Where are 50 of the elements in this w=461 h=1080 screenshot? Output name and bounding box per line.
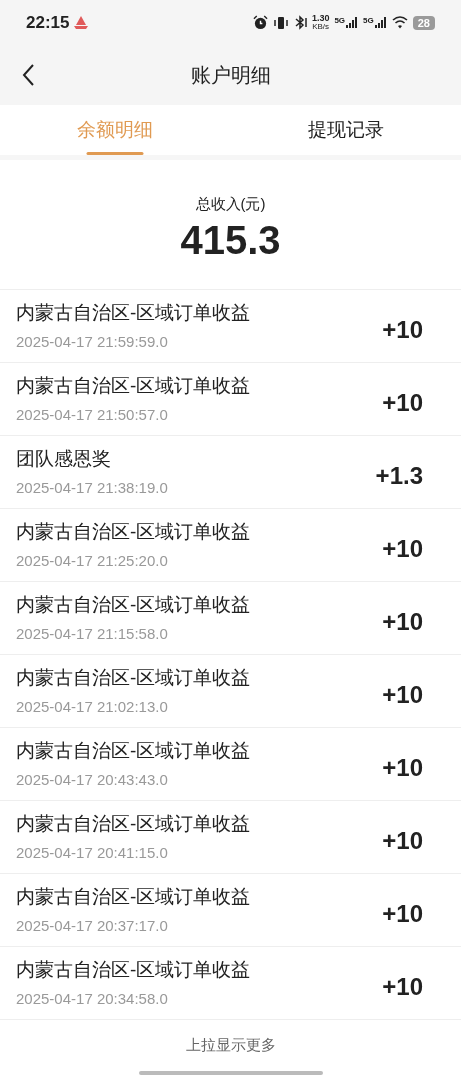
- clock-time: 22:15: [26, 11, 70, 34]
- record-time: 2025-04-17 20:41:15.0: [16, 843, 169, 862]
- signal-icon: [346, 17, 359, 28]
- record-title: 内蒙古自治区-区域订单收益: [16, 885, 251, 908]
- total-income-value: 415.3: [180, 216, 281, 264]
- record-amount: +10: [382, 388, 423, 418]
- record-amount: +10: [382, 899, 423, 929]
- bluetooth-icon: [293, 15, 307, 30]
- record-amount: +10: [382, 534, 423, 564]
- vibrate-icon: [272, 15, 289, 30]
- tab-indicator: [86, 152, 144, 155]
- record-time: 2025-04-17 21:38:19.0: [16, 478, 168, 497]
- record-title: 内蒙古自治区-区域订单收益: [16, 958, 251, 981]
- record-amount: +10: [382, 753, 423, 783]
- wifi-icon: [391, 16, 408, 29]
- boat-icon: [73, 15, 90, 30]
- record-amount: +10: [382, 315, 423, 345]
- record-title: 内蒙古自治区-区域订单收益: [16, 374, 251, 397]
- record-time: 2025-04-17 20:37:17.0: [16, 916, 169, 935]
- record-title: 内蒙古自治区-区域订单收益: [16, 812, 251, 835]
- record-title: 内蒙古自治区-区域订单收益: [16, 520, 251, 543]
- record-title: 内蒙古自治区-区域订单收益: [16, 301, 251, 324]
- record-time: 2025-04-17 21:02:13.0: [16, 697, 169, 716]
- record-time: 2025-04-17 21:15:58.0: [16, 624, 169, 643]
- page-title: 账户明细: [190, 63, 271, 88]
- tab[interactable]: 提现记录: [230, 105, 461, 155]
- record-amount: +10: [382, 680, 423, 710]
- speed-unit: KB/s: [312, 23, 330, 31]
- battery-indicator: 28: [412, 15, 435, 30]
- record-amount: +10: [382, 972, 423, 1002]
- record-amount: +10: [382, 607, 423, 637]
- record-amount: +1.3: [375, 461, 423, 491]
- record-time: 2025-04-17 21:25:20.0: [16, 551, 169, 570]
- record-title: 内蒙古自治区-区域订单收益: [16, 593, 251, 616]
- record-title: 内蒙古自治区-区域订单收益: [16, 739, 251, 762]
- network-label: 5G: [363, 17, 374, 25]
- record-time: 2025-04-17 20:34:58.0: [16, 989, 169, 1008]
- record-amount: +10: [382, 826, 423, 856]
- record-title: 内蒙古自治区-区域订单收益: [16, 666, 251, 689]
- signal-icon: [374, 17, 387, 28]
- network-label: 5G: [334, 17, 346, 25]
- speed-value: 1.30: [311, 14, 330, 23]
- record-time: 2025-04-17 21:59:59.0: [16, 332, 169, 351]
- record-time: 2025-04-17 20:43:43.0: [16, 770, 169, 789]
- record-time: 2025-04-17 21:50:57.0: [16, 405, 169, 424]
- load-more-hint: 上拉显示更多: [185, 1035, 276, 1055]
- alarm-icon: [252, 15, 268, 30]
- back-icon: [21, 63, 35, 87]
- total-income-label: 总收入(元): [195, 194, 266, 215]
- record-title: 团队感恩奖: [16, 447, 112, 470]
